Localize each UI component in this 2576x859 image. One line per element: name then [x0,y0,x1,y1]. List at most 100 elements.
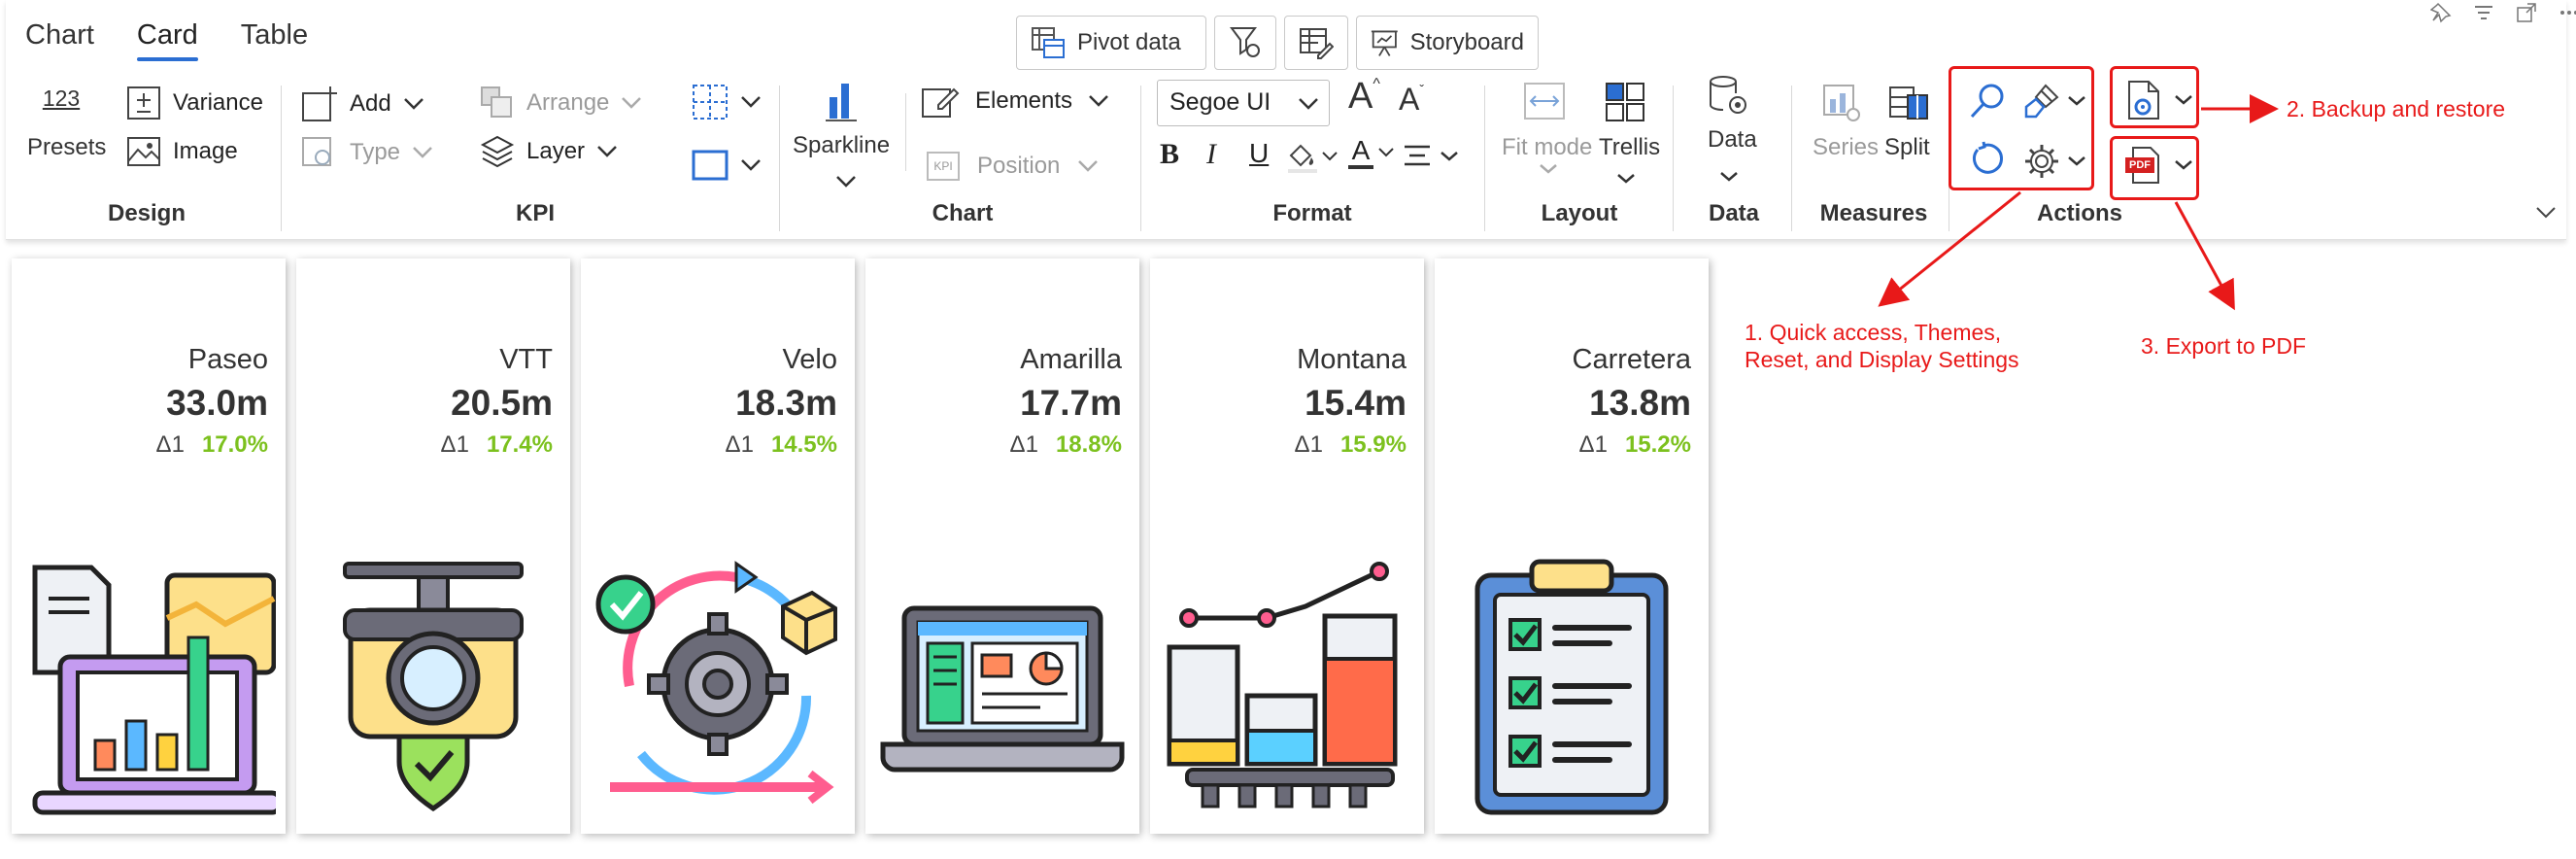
series-button[interactable] [1822,84,1861,122]
sparkline-button[interactable] [824,80,859,122]
italic-button[interactable]: I [1206,138,1216,171]
design-group-title: Design [107,200,186,226]
split-button[interactable] [1888,82,1929,122]
card-title: Velo [782,344,837,375]
gear-cycle-icon [595,561,837,805]
annotation-export-pdf: 3. Export to PDF [2141,333,2307,359]
pivot-data-button[interactable]: Pivot data [1016,16,1206,70]
font-family-select[interactable]: Segoe UI [1157,80,1330,126]
bold-button[interactable]: B [1160,138,1179,171]
measures-group-title: Measures [1819,200,1928,226]
kpi-card-paseo[interactable]: Paseo 33.0m Δ1 17.0% [12,258,286,834]
arrange-icon [481,86,512,118]
kpi-group-title: KPI [515,200,555,226]
filter-button[interactable] [1214,16,1276,70]
chevron-down-icon[interactable] [835,175,857,189]
align-center-icon [1405,145,1430,166]
filter-icon[interactable] [2473,2,2494,23]
elements-label: Elements [975,87,1073,114]
layer-button[interactable]: Layer [480,134,618,169]
security-camera-icon [343,562,524,812]
grow-font-button[interactable]: A^ [1348,76,1380,118]
elements-icon [922,87,960,118]
layout-group-title: Layout [1541,200,1618,226]
presets-button[interactable]: 123 [37,86,85,112]
underline-button[interactable]: U [1249,138,1269,169]
storyboard-button[interactable]: Storyboard [1356,16,1539,70]
annotation-backup-restore: 2. Backup and restore [2287,96,2506,121]
tab-card[interactable]: Card [136,19,198,61]
expand-icon[interactable] [2516,2,2537,23]
kpi-card-montana[interactable]: Montana 15.4m Δ1 15.9% [1150,258,1424,834]
paint-bucket-icon [1288,144,1317,173]
card-variance: Δ1 17.0% [156,431,268,459]
elements-button[interactable]: Elements [921,82,1109,120]
position-button[interactable]: KPI Position [927,152,1099,181]
font-color-button[interactable]: A [1348,136,1395,169]
delta-value: 18.8% [1055,431,1122,458]
annotation-box-actions [1949,66,2094,190]
chart-group-title: Chart [932,200,994,226]
border-button[interactable] [692,150,762,181]
delta-label: Δ1 [1578,431,1608,458]
chevron-down-icon [741,159,761,171]
variance-label: Variance [173,89,263,116]
annotation-box-backup [2110,66,2199,128]
app-window: { "tabs": ["Chart", "Card", "Table"], "a… [0,0,2576,859]
delta-label: Δ1 [155,431,185,458]
image-button[interactable]: Image [126,136,238,167]
storyboard-label: Storyboard [1409,29,1524,55]
add-kpi-button[interactable]: Add [301,86,424,122]
delta-label: Δ1 [1294,431,1323,458]
delta-value: 17.4% [486,431,553,458]
chevron-down-icon[interactable] [1616,173,1636,185]
edit-table-button[interactable] [1284,16,1348,70]
storyboard-icon [1371,30,1398,56]
kpi-card-amarilla[interactable]: Amarilla 17.7m Δ1 18.8% [865,258,1139,834]
pivot-table-icon [1032,27,1065,58]
chevron-down-icon [1378,148,1394,157]
font-color-icon: A [1348,136,1373,169]
card-value: 13.8m [1589,383,1691,423]
variance-button[interactable]: Variance [126,86,263,120]
chevron-down-icon[interactable] [1719,171,1739,183]
add-label: Add [350,90,391,117]
series-icon [1823,85,1860,121]
kpi-card-carretera[interactable]: Carretera 13.8m Δ1 15.2% [1435,258,1709,834]
delta-label: Δ1 [725,431,754,458]
data-button[interactable] [1708,74,1748,117]
kpi-position-icon: KPI [927,152,960,181]
card-title: Montana [1297,344,1407,375]
grid-select-button[interactable] [692,84,762,120]
arrange-button[interactable]: Arrange [480,86,642,120]
grow-font-icon: A [1348,76,1373,117]
card-variance: Δ1 17.4% [441,431,553,459]
database-icon [1710,76,1746,114]
trellis-label: Trellis [1599,134,1661,160]
pin-icon[interactable] [2430,2,2452,23]
position-label: Position [977,153,1061,179]
annotation-quick-access: 1. Quick access, Themes, Reset, and Disp… [1745,320,2019,372]
separator [779,86,780,231]
collapse-ribbon-icon[interactable] [2535,206,2557,220]
tab-table[interactable]: Table [241,19,308,52]
card-variance: Δ1 15.2% [1579,431,1691,459]
highlight-button[interactable] [1286,140,1339,173]
presets-icon: 123 [42,86,81,111]
fit-mode-label: Fit mode [1502,134,1593,160]
card-title: VTT [499,344,553,375]
type-button[interactable]: Type [301,136,433,169]
kpi-card-velo[interactable]: Velo 18.3m Δ1 14.5% [581,258,855,834]
data-group-title: Data [1708,200,1760,226]
tab-chart[interactable]: Chart [25,19,94,52]
more-options-icon[interactable] [2559,2,2576,23]
chevron-down-icon [1322,152,1338,161]
shrink-font-button[interactable]: Aˇ [1399,82,1424,118]
align-button[interactable] [1403,144,1459,169]
fit-mode-button[interactable] [1523,82,1566,120]
kpi-card-vtt[interactable]: VTT 20.5m Δ1 17.4% [296,258,570,834]
separator [1484,86,1485,231]
dashboard-report-icon [32,565,276,815]
trellis-button[interactable] [1605,82,1645,122]
fit-mode-icon [1524,83,1565,120]
